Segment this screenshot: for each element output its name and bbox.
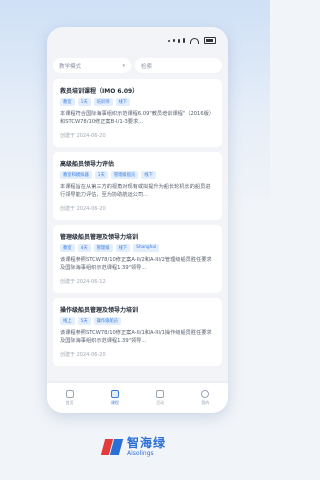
- course-title: 救员培训课程（IMO 6.09）: [60, 88, 139, 95]
- course-tag: 管理级: [93, 244, 113, 252]
- tab-home[interactable]: 首页: [65, 390, 74, 406]
- status-bar: [168, 37, 216, 44]
- course-card[interactable]: 管理级船员管理及领导力培训 教室 4天 管理级 线下 Shanghai 该课程参照STCW7…: [53, 225, 222, 293]
- teaching-mode-select[interactable]: 教学模式 ▾: [53, 58, 131, 73]
- course-description: 本课程旨在从第三方的视角对现有或拟提升为船长轮机长的船员进行领导能力评估，至为协…: [60, 184, 211, 198]
- search-input[interactable]: 检索: [135, 58, 222, 73]
- user-icon: [201, 390, 210, 398]
- course-tags: 线上 5天 操作级船员: [60, 317, 215, 325]
- course-created-date: 创建于 2024-06-20: [60, 352, 106, 358]
- course-tag: 5天: [77, 317, 91, 325]
- course-tag: 线上: [60, 317, 75, 325]
- tab-label: 我的: [201, 400, 210, 405]
- signal-icon: [168, 39, 170, 42]
- course-tags: 教室 4天 管理级 线下 Shanghai: [60, 244, 215, 252]
- course-title: 管理级船员管理及领导力培训: [60, 234, 139, 241]
- course-description: 该课程参照STCW78/10修正案A-II/2和A-III/2管理级船员胜任要求…: [60, 257, 212, 271]
- brand-logo-icon: [100, 437, 124, 457]
- tab-bar: 首页 课程 活动 我的: [47, 383, 228, 413]
- course-tag: 1天: [94, 171, 108, 179]
- battery-icon: [204, 37, 216, 44]
- chevron-down-icon: ▾: [122, 62, 125, 69]
- course-tag: Shanghai: [133, 244, 160, 252]
- course-tags: 教室和模拟器 1天 管理级船员 线下: [60, 171, 215, 179]
- course-title: 高级船员领导力评估: [60, 161, 115, 168]
- brand: 智海绿 Aisolings: [100, 436, 167, 457]
- course-tags: 教室 1天 培训师 线下: [60, 98, 215, 106]
- course-created-date: 创建于 2024-06-20: [60, 206, 106, 212]
- course-created-date: 创建于 2024-06-20: [60, 133, 106, 139]
- course-tag: 1天: [77, 98, 91, 106]
- tab-user[interactable]: 我的: [201, 390, 210, 406]
- tab-label: 活动: [156, 400, 165, 405]
- tab-course[interactable]: 课程: [110, 390, 119, 406]
- course-title: 操作级船员管理及领导力培训: [60, 307, 139, 314]
- course-card[interactable]: 操作级船员管理及领导力培训 线上 5天 操作级船员 该课程参照STCW78/10修正案A…: [53, 298, 222, 366]
- wifi-icon: [190, 37, 199, 44]
- course-tag: 管理级船员: [110, 171, 139, 179]
- brand-name: 智海绿: [127, 436, 167, 450]
- tab-label: 首页: [65, 400, 74, 405]
- filter-bar: 教学模式 ▾ 检索: [53, 58, 222, 73]
- calendar-icon: [156, 390, 165, 398]
- course-list: 救员培训课程（IMO 6.09） 教室 1天 培训师 线下 本课程符合国际海事组织示范课程…: [53, 79, 222, 371]
- tab-label: 课程: [110, 400, 119, 405]
- course-tag: 4天: [77, 244, 91, 252]
- course-tag: 操作级船员: [93, 317, 122, 325]
- course-icon: [110, 390, 119, 398]
- phone-frame: 教学模式 ▾ 检索 救员培训课程（IMO 6.09） 教室 1天 培训师 线下 本课程符合…: [47, 27, 228, 413]
- course-card[interactable]: 高级船员领导力评估 教室和模拟器 1天 管理级船员 线下 本课程旨在从第三方的视角对现有或…: [53, 152, 222, 220]
- course-description: 该课程参照STCW78/10修正案A-II/1和A-III/1操作级船员胜任要求…: [60, 330, 212, 344]
- course-tag: 线下: [141, 171, 156, 179]
- home-icon: [65, 390, 74, 398]
- course-tag: 线下: [115, 244, 131, 252]
- course-card[interactable]: 救员培训课程（IMO 6.09） 教室 1天 培训师 线下本课程符合国际海事组织示范课程…: [53, 79, 222, 147]
- course-tag: 培训师: [93, 98, 113, 106]
- tab-calendar[interactable]: 活动: [156, 390, 165, 406]
- course-tag: 教室和模拟器: [60, 171, 92, 179]
- course-created-date: 创建于 2024-06-12: [60, 279, 106, 285]
- course-tag: 线下: [115, 98, 131, 106]
- brand-name-en: Aisolings: [127, 450, 154, 457]
- course-tag: 教室: [60, 98, 75, 106]
- course-tag: 教室: [60, 244, 75, 252]
- course-description: 本课程符合国际海事组织示范课程6.09"教员培训课程"（2016版）和STCW7…: [60, 111, 215, 125]
